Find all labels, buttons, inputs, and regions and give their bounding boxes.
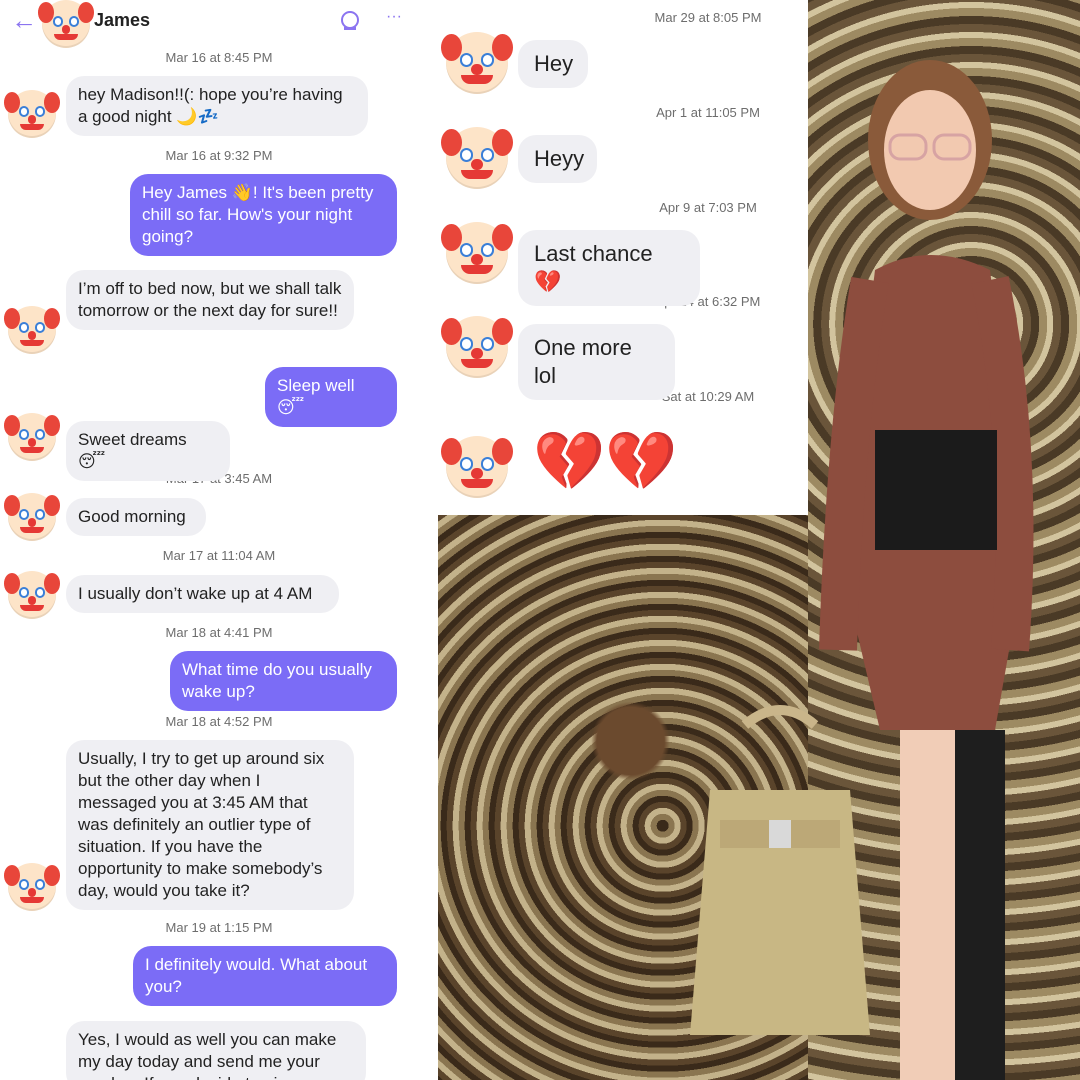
incoming-message[interactable]: hey Madison!!(: hope you’re having a goo… [66,76,368,136]
incoming-message[interactable]: Good morning [66,498,206,536]
timestamp: Sat at 10:29 AM [661,389,755,404]
timestamp: Mar 18 at 4:52 PM [165,714,273,729]
timestamp: Mar 18 at 4:41 PM [165,625,273,640]
incoming-message[interactable]: Usually, I try to get up around six but … [66,740,354,910]
outgoing-message[interactable]: What time do you usually wake up? [170,651,397,711]
left-chat-panel: ← James ··· Mar 16 at 8:45 PM Mar 16 at … [0,0,438,1080]
clown-avatar-icon [4,571,60,619]
incoming-message[interactable]: Sweet dreams 😴 [66,421,230,481]
chat-header: ← James ··· [0,0,438,48]
outgoing-message[interactable]: I definitely would. What about you? [133,946,397,1006]
timestamp: Mar 17 at 11:04 AM [162,548,276,563]
clown-avatar-icon [4,413,60,461]
incoming-message[interactable]: I’m off to bed now, but we shall talk to… [66,270,354,330]
incoming-message[interactable]: Yes, I would as well you can make my day… [66,1021,366,1080]
clown-avatar-icon [441,222,513,284]
incoming-message[interactable]: I usually don’t wake up at 4 AM [66,575,339,613]
handbag-image [690,705,870,1035]
outgoing-message[interactable]: Hey James 👋! It's been pretty chill so f… [130,174,397,256]
clown-avatar-icon [4,863,60,911]
incoming-message[interactable]: Hey [518,40,588,88]
back-arrow-icon[interactable]: ← [10,6,38,34]
clown-avatar-icon [441,127,513,189]
clown-avatar-icon [441,32,513,94]
incoming-message[interactable]: One more lol [518,324,675,400]
timestamp: Mar 19 at 1:15 PM [165,920,273,935]
clown-avatar-icon [4,493,60,541]
incoming-message[interactable]: Heyy [518,135,597,183]
contact-name[interactable]: James [94,10,150,31]
clown-avatar-icon [441,316,513,378]
timestamp: Mar 16 at 9:32 PM [165,148,273,163]
clown-avatar-icon [4,306,60,354]
timestamp: Apr 9 at 7:03 PM [659,200,757,215]
right-chat-panel: Mar 29 at 8:05 PM Apr 1 at 11:05 PM Apr … [438,0,808,515]
outgoing-message[interactable]: Sleep well 😴 [265,367,397,427]
clown-avatar-icon [441,436,513,498]
broken-heart-icon: 💔💔 [533,429,678,494]
timestamp: Mar 29 at 8:05 PM [654,10,762,25]
video-call-icon[interactable] [338,8,362,32]
timestamp: Apr 1 at 11:05 PM [656,105,760,120]
more-options-icon[interactable]: ··· [386,8,402,26]
timestamp: Mar 16 at 8:45 PM [165,50,273,65]
contact-avatar[interactable] [38,0,94,48]
incoming-message[interactable]: Last chance 💔 [518,230,700,306]
clown-avatar-icon [4,90,60,138]
